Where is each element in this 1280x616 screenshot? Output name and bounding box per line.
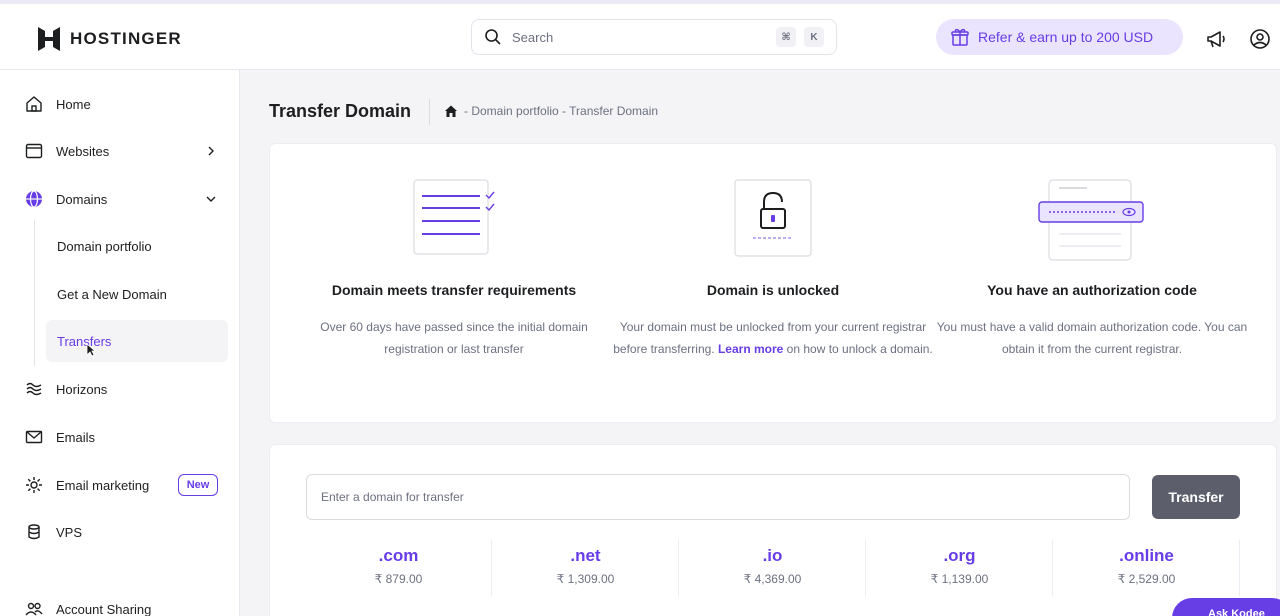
chevron-down-icon — [206, 196, 216, 202]
sidebar-item-emails[interactable]: Emails — [24, 425, 95, 449]
requirement-text: Over 60 days have passed since the initi… — [320, 320, 588, 356]
shortcut-k-key: K — [804, 27, 824, 47]
sidebar-item-label: Domains — [56, 191, 108, 207]
shortcut-cmd-key: ⌘ — [776, 27, 796, 47]
tld-item[interactable]: .online ₹ 2,529.00 — [1054, 540, 1240, 596]
sidebar-subitem-transfers[interactable]: Transfers — [46, 320, 228, 362]
sidebar-item-horizons[interactable]: Horizons — [24, 377, 107, 401]
tld-item[interactable]: .io ₹ 4,369.00 — [680, 540, 866, 596]
sidebar-item-label: Horizons — [56, 381, 108, 397]
tld-name: .org — [943, 546, 976, 565]
sidebar-item-email-marketing[interactable]: Email marketing — [24, 473, 149, 497]
tld-name: .com — [378, 546, 419, 565]
sidebar-item-vps[interactable]: VPS — [24, 520, 82, 544]
breadcrumb-trail[interactable]: - Domain portfolio - Transfer Domain — [464, 104, 658, 118]
home-icon — [24, 94, 44, 114]
globe-icon — [24, 189, 44, 209]
ask-kodee-button[interactable]: Ask Kodee — [1172, 598, 1280, 616]
requirement-title: You have an authorization code — [987, 282, 1197, 298]
logo-text: HOSTINGER — [70, 29, 182, 48]
mouse-cursor-icon — [86, 343, 96, 357]
requirement-text: You must have a valid domain authorizati… — [936, 320, 1248, 356]
domain-transfer-input[interactable]: Enter a domain for transfer — [306, 474, 1130, 520]
sidebar-item-label: Websites — [56, 143, 110, 159]
home-icon[interactable] — [444, 104, 458, 118]
refer-label: Refer & earn up to 200 USD — [978, 29, 1154, 45]
sidebar-subitem-domain-portfolio[interactable]: Domain portfolio — [46, 225, 228, 267]
requirement-text: Your domain must be unlocked from your c… — [608, 316, 938, 360]
sidebar-item-label: Emails — [56, 429, 96, 445]
tld-item[interactable]: .net ₹ 1,309.00 — [493, 540, 679, 596]
tld-price: ₹ 1,139.00 — [930, 572, 989, 586]
sidebar-item-label: Home — [56, 96, 91, 112]
tld-name: .io — [762, 546, 783, 565]
domain-input-placeholder: Enter a domain for transfer — [321, 490, 464, 504]
sidebar-item-domains[interactable]: Domains — [24, 187, 240, 211]
learn-more-link[interactable]: Learn more — [718, 342, 783, 356]
sidebar: Home Websites Domains Domain portfolio G… — [0, 70, 240, 616]
sidebar-subitem-label: Domain portfolio — [57, 238, 152, 254]
tld-price: ₹ 2,529.00 — [1117, 572, 1176, 586]
submenu-line — [34, 220, 35, 366]
mail-icon — [24, 427, 44, 447]
requirement-title: Domain is unlocked — [706, 282, 840, 298]
breadcrumb[interactable]: - Domain portfolio - Transfer Domain — [444, 104, 658, 118]
sidebar-item-label: Account Sharing — [56, 601, 152, 616]
requirement-text-after: on how to unlock a domain. — [786, 342, 933, 356]
lock-icon — [734, 179, 812, 257]
users-icon — [24, 599, 44, 616]
tld-price: ₹ 1,309.00 — [556, 572, 615, 586]
websites-icon — [24, 141, 44, 161]
tld-item[interactable]: .org ₹ 1,139.00 — [867, 540, 1053, 596]
authorization-code-icon — [1038, 179, 1144, 261]
checklist-icon — [413, 179, 495, 255]
search-input[interactable]: Search ⌘ K — [471, 19, 837, 55]
tld-name: .online — [1119, 546, 1174, 565]
sidebar-item-home[interactable]: Home — [24, 92, 91, 116]
sidebar-item-label: Email marketing — [56, 477, 150, 493]
page-title: Transfer Domain — [269, 101, 412, 121]
account-icon[interactable] — [1249, 28, 1271, 50]
gift-icon — [951, 28, 969, 46]
horizons-icon — [24, 379, 44, 399]
transfer-button[interactable]: Transfer — [1152, 475, 1240, 519]
refer-earn-button[interactable]: Refer & earn up to 200 USD — [936, 19, 1183, 55]
chevron-right-icon — [208, 146, 214, 156]
new-badge: New — [178, 474, 218, 496]
sidebar-item-label: VPS — [56, 524, 83, 540]
sidebar-item-websites[interactable]: Websites — [24, 139, 240, 163]
tld-item[interactable]: .com ₹ 879.00 — [306, 540, 492, 596]
search-placeholder: Search — [512, 29, 554, 45]
search-icon — [485, 29, 501, 45]
sidebar-item-account-sharing[interactable]: Account Sharing — [24, 597, 151, 616]
requirement-title: Domain meets transfer requirements — [331, 282, 577, 298]
sidebar-subitem-label: Get a New Domain — [57, 286, 167, 302]
server-icon — [24, 522, 44, 542]
sidebar-subitem-get-new-domain[interactable]: Get a New Domain — [46, 273, 228, 315]
tld-name: .net — [570, 546, 601, 565]
sidebar-subitem-label: Transfers — [57, 333, 112, 349]
megaphone-icon[interactable] — [1205, 28, 1227, 50]
tld-price: ₹ 4,369.00 — [743, 572, 802, 586]
email-marketing-icon — [24, 475, 44, 495]
breadcrumb-divider — [429, 99, 430, 125]
hostinger-logo[interactable]: HOSTINGER — [36, 26, 182, 52]
top-bar: HOSTINGER Search ⌘ K Refer & earn up to … — [0, 0, 1280, 70]
tld-price: ₹ 879.00 — [374, 572, 423, 586]
hostinger-logo-icon — [38, 27, 60, 51]
